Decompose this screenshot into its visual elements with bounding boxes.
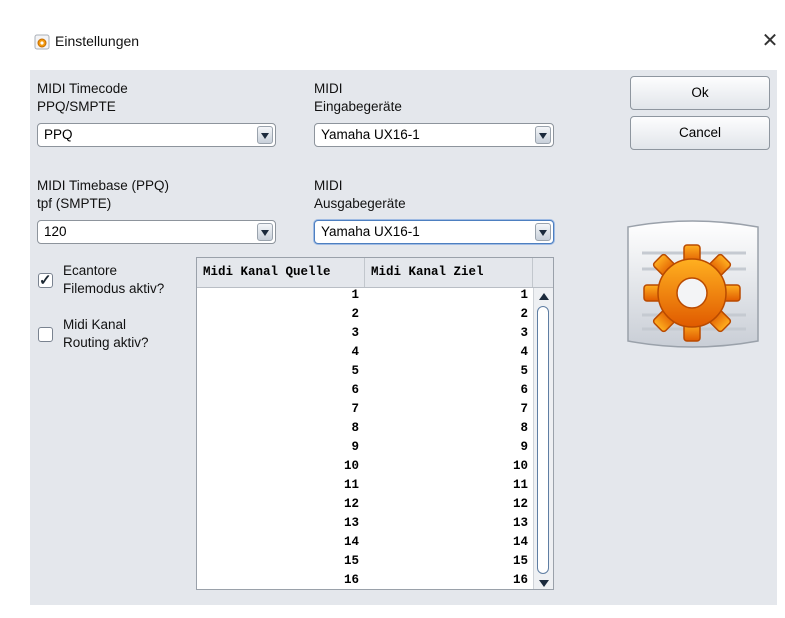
chevron-down-icon[interactable] xyxy=(257,223,273,241)
vertical-scrollbar[interactable] xyxy=(533,288,553,589)
input-devices-label-line2: Eingabegeräte xyxy=(314,99,402,114)
input-devices-label: MIDI Eingabegeräte xyxy=(314,80,402,116)
table-row[interactable]: 44 xyxy=(197,345,533,364)
cell-target[interactable]: 5 xyxy=(365,364,533,378)
input-devices-select[interactable]: Yamaha UX16-1 xyxy=(314,123,554,147)
filemode-label-line2: Filemodus aktiv? xyxy=(63,281,165,296)
cell-target[interactable]: 7 xyxy=(365,402,533,416)
timecode-select[interactable]: PPQ xyxy=(37,123,276,147)
timebase-label: MIDI Timebase (PPQ) tpf (SMPTE) xyxy=(37,177,169,213)
window-title: Einstellungen xyxy=(55,33,140,49)
cell-target[interactable]: 13 xyxy=(365,516,533,530)
cancel-button[interactable]: Cancel xyxy=(630,116,770,150)
settings-app-icon xyxy=(34,34,50,50)
output-devices-label-line1: MIDI xyxy=(314,178,343,193)
timebase-label-line2: tpf (SMPTE) xyxy=(37,196,112,211)
output-devices-label-line2: Ausgabegeräte xyxy=(314,196,406,211)
cell-target[interactable]: 9 xyxy=(365,440,533,454)
column-header-source[interactable]: Midi Kanal Quelle xyxy=(197,258,365,287)
scrollbar-thumb[interactable] xyxy=(537,306,549,574)
cell-target[interactable]: 3 xyxy=(365,326,533,340)
cell-source[interactable]: 3 xyxy=(197,326,365,340)
table-body: 1 1 2 2 3 3 4 4 5 5 6 6 7 7 8 8 9 9 10 10 11 11 12 12 13 13 14 14 15… xyxy=(197,288,533,589)
table-row[interactable]: 15 15 xyxy=(197,554,533,573)
table-row[interactable]: 55 xyxy=(197,364,533,383)
cell-source[interactable]: 7 xyxy=(197,402,365,416)
cell-source[interactable]: 5 xyxy=(197,364,365,378)
routing-label-line1: Midi Kanal xyxy=(63,317,127,332)
cell-source[interactable]: 4 xyxy=(197,345,365,359)
cell-source[interactable]: 11 xyxy=(197,478,365,492)
table-row[interactable]: 10 10 xyxy=(197,459,533,478)
output-devices-select-value: Yamaha UX16-1 xyxy=(321,224,420,239)
table-row[interactable]: 22 xyxy=(197,307,533,326)
settings-gear-icon xyxy=(627,220,759,348)
cell-target[interactable]: 8 xyxy=(365,421,533,435)
cell-source[interactable]: 2 xyxy=(197,307,365,321)
scroll-up-icon[interactable] xyxy=(537,290,551,304)
checkmark-icon: ✓ xyxy=(39,272,52,289)
chevron-down-icon[interactable] xyxy=(535,126,551,144)
timecode-select-value: PPQ xyxy=(44,127,73,142)
input-devices-select-value: Yamaha UX16-1 xyxy=(321,127,420,142)
cell-source[interactable]: 13 xyxy=(197,516,365,530)
table-row[interactable]: 11 xyxy=(197,288,533,307)
table-row[interactable]: 77 xyxy=(197,402,533,421)
routing-label: Midi Kanal Routing aktiv? xyxy=(63,316,149,352)
cell-source[interactable]: 6 xyxy=(197,383,365,397)
column-header-target[interactable]: Midi Kanal Ziel xyxy=(365,258,533,287)
table-row[interactable]: 12 12 xyxy=(197,497,533,516)
cell-source[interactable]: 16 xyxy=(197,573,365,587)
cell-source[interactable]: 12 xyxy=(197,497,365,511)
cell-target[interactable]: 4 xyxy=(365,345,533,359)
output-devices-label: MIDI Ausgabegeräte xyxy=(314,177,406,213)
routing-checkbox[interactable] xyxy=(38,327,53,342)
cell-target[interactable]: 16 xyxy=(365,573,533,587)
filemode-label-line1: Ecantore xyxy=(63,263,118,278)
table-header: Midi Kanal Quelle Midi Kanal Ziel xyxy=(197,258,553,288)
table-row[interactable]: 99 xyxy=(197,440,533,459)
table-row[interactable]: 16 16 xyxy=(197,573,533,589)
routing-label-line2: Routing aktiv? xyxy=(63,335,149,350)
close-button[interactable]: ✕ xyxy=(757,29,783,53)
cell-source[interactable]: 15 xyxy=(197,554,365,568)
timebase-select[interactable]: 120 xyxy=(37,220,276,244)
cell-source[interactable]: 10 xyxy=(197,459,365,473)
cell-source[interactable]: 8 xyxy=(197,421,365,435)
table-row[interactable]: 33 xyxy=(197,326,533,345)
cell-target[interactable]: 1 xyxy=(365,288,533,302)
table-row[interactable]: 14 14 xyxy=(197,535,533,554)
cell-target[interactable]: 15 xyxy=(365,554,533,568)
timecode-label: MIDI Timecode PPQ/SMPTE xyxy=(37,80,128,116)
cell-source[interactable]: 9 xyxy=(197,440,365,454)
output-devices-select[interactable]: Yamaha UX16-1 xyxy=(314,220,554,244)
cell-target[interactable]: 12 xyxy=(365,497,533,511)
cell-target[interactable]: 2 xyxy=(365,307,533,321)
cell-target[interactable]: 10 xyxy=(365,459,533,473)
table-row[interactable]: 13 13 xyxy=(197,516,533,535)
timebase-select-value: 120 xyxy=(44,224,67,239)
timecode-label-line1: MIDI Timecode xyxy=(37,81,128,96)
cell-target[interactable]: 6 xyxy=(365,383,533,397)
filemode-checkbox[interactable]: ✓ xyxy=(38,272,53,289)
cell-target[interactable]: 14 xyxy=(365,535,533,549)
title-bar: Einstellungen ✕ xyxy=(0,0,785,70)
cell-source[interactable]: 14 xyxy=(197,535,365,549)
chevron-down-icon[interactable] xyxy=(257,126,273,144)
timecode-label-line2: PPQ/SMPTE xyxy=(37,99,116,114)
input-devices-label-line1: MIDI xyxy=(314,81,343,96)
table-row[interactable]: 66 xyxy=(197,383,533,402)
chevron-down-icon[interactable] xyxy=(535,223,551,241)
cell-source[interactable]: 1 xyxy=(197,288,365,302)
cell-target[interactable]: 11 xyxy=(365,478,533,492)
filemode-label: Ecantore Filemodus aktiv? xyxy=(63,262,164,298)
table-row[interactable]: 11 11 xyxy=(197,478,533,497)
ok-button[interactable]: Ok xyxy=(630,76,770,110)
table-row[interactable]: 88 xyxy=(197,421,533,440)
timebase-label-line1: MIDI Timebase (PPQ) xyxy=(37,178,170,193)
scroll-down-icon[interactable] xyxy=(537,576,551,589)
channel-routing-table: Midi Kanal Quelle Midi Kanal Ziel 112233… xyxy=(196,257,554,590)
